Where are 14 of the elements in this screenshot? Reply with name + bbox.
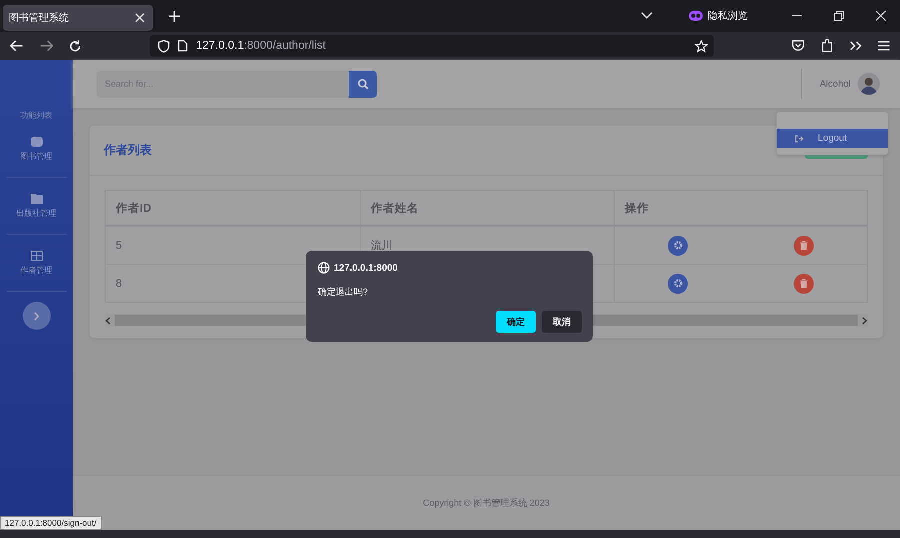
private-browsing-label: 隐私浏览 (708, 10, 748, 23)
column-header: 作者ID (114, 201, 152, 216)
dialog-origin: 127.0.0.1:8000 (334, 262, 398, 274)
copyright-text: Copyright © 图书管理系统 2023 (423, 496, 550, 510)
dialog-message: 确定退出吗? (318, 286, 370, 299)
card-title: 作者列表 (104, 142, 152, 159)
column-header: 作者姓名 (360, 191, 614, 225)
table-cell: 5 (116, 240, 122, 252)
table-cell: 8 (116, 278, 122, 290)
url-text: 127.0.0.1:8000/author/list (196, 40, 326, 52)
column-header: 操作 (614, 191, 867, 225)
sidebar-heading: 功能列表 (20, 110, 52, 121)
table-cell-text: 流川 (371, 238, 393, 253)
status-url: 127.0.0.1:8000/sign-out/ (0, 516, 102, 530)
